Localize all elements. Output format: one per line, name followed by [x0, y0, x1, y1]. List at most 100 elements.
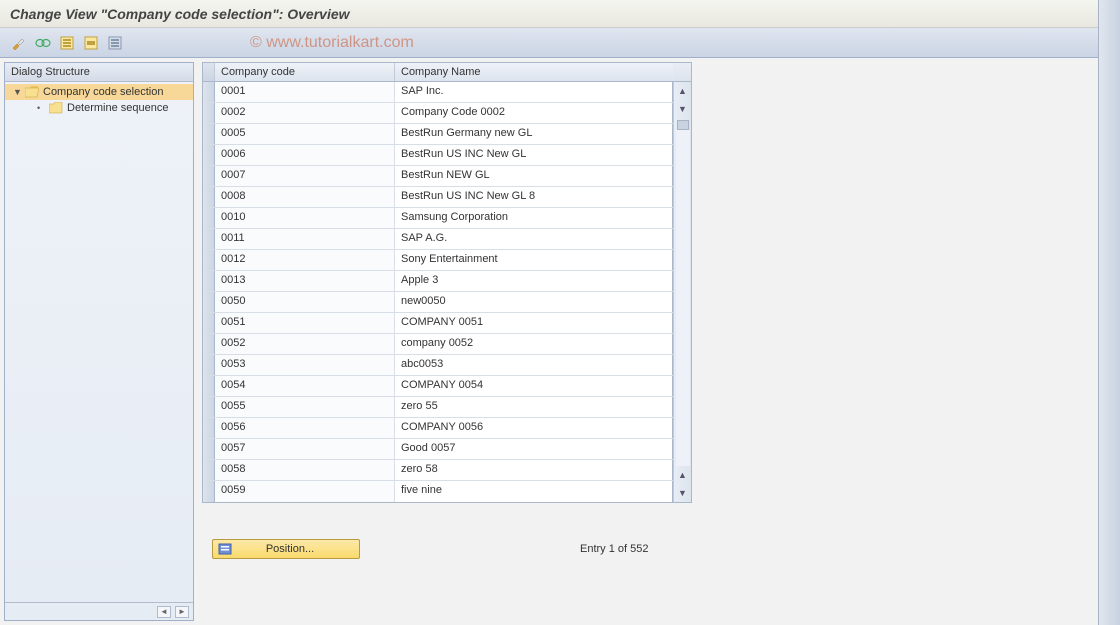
row-selector[interactable]: [203, 166, 215, 186]
cell-company-code[interactable]: 0005: [215, 124, 395, 144]
cell-company-code[interactable]: 0013: [215, 271, 395, 291]
row-selector[interactable]: [203, 439, 215, 459]
deselect-all-button[interactable]: [104, 33, 126, 53]
scroll-up-step-button[interactable]: ▲: [675, 467, 691, 483]
cell-company-name[interactable]: Samsung Corporation: [395, 208, 673, 228]
row-selector[interactable]: [203, 145, 215, 165]
cell-company-name[interactable]: SAP A.G.: [395, 229, 673, 249]
table-row[interactable]: 0055zero 55: [203, 397, 673, 418]
table-row[interactable]: 0059five nine: [203, 481, 673, 502]
cell-company-code[interactable]: 0010: [215, 208, 395, 228]
vertical-scrollbar[interactable]: ▲ ▼ ▲ ▼: [673, 82, 691, 502]
table-row[interactable]: 0050new0050: [203, 292, 673, 313]
table-row[interactable]: 0058zero 58: [203, 460, 673, 481]
cell-company-code[interactable]: 0056: [215, 418, 395, 438]
cell-company-code[interactable]: 0055: [215, 397, 395, 417]
row-selector[interactable]: [203, 250, 215, 270]
cell-company-code[interactable]: 0053: [215, 355, 395, 375]
toggle-display-change-button[interactable]: [8, 33, 30, 53]
cell-company-code[interactable]: 0011: [215, 229, 395, 249]
cell-company-name[interactable]: COMPANY 0051: [395, 313, 673, 333]
cell-company-name[interactable]: abc0053: [395, 355, 673, 375]
cell-company-code[interactable]: 0050: [215, 292, 395, 312]
cell-company-name[interactable]: COMPANY 0056: [395, 418, 673, 438]
cell-company-code[interactable]: 0057: [215, 439, 395, 459]
cell-company-name[interactable]: BestRun US INC New GL 8: [395, 187, 673, 207]
cell-company-code[interactable]: 0052: [215, 334, 395, 354]
cell-company-name[interactable]: SAP Inc.: [395, 82, 673, 102]
scrollbar-track[interactable]: [676, 130, 690, 466]
cell-company-code[interactable]: 0051: [215, 313, 395, 333]
tree-expand-icon[interactable]: ▼: [13, 87, 21, 97]
select-all-button[interactable]: [56, 33, 78, 53]
cell-company-code[interactable]: 0001: [215, 82, 395, 102]
position-button[interactable]: Position...: [212, 539, 360, 559]
cell-company-name[interactable]: zero 58: [395, 460, 673, 480]
table-row[interactable]: 0057Good 0057: [203, 439, 673, 460]
table-row[interactable]: 0010Samsung Corporation: [203, 208, 673, 229]
row-selector[interactable]: [203, 481, 215, 502]
tree-item-determine-sequence[interactable]: • Determine sequence: [5, 100, 193, 116]
row-selector[interactable]: [203, 418, 215, 438]
table-row[interactable]: 0001SAP Inc.: [203, 82, 673, 103]
cell-company-name[interactable]: BestRun Germany new GL: [395, 124, 673, 144]
other-view-button[interactable]: [32, 33, 54, 53]
table-select-column-header[interactable]: [203, 63, 215, 81]
cell-company-name[interactable]: five nine: [395, 481, 673, 502]
cell-company-code[interactable]: 0007: [215, 166, 395, 186]
table-row[interactable]: 0007BestRun NEW GL: [203, 166, 673, 187]
column-header-company-name[interactable]: Company Name: [395, 63, 673, 81]
table-row[interactable]: 0005BestRun Germany new GL: [203, 124, 673, 145]
row-selector[interactable]: [203, 334, 215, 354]
cell-company-code[interactable]: 0058: [215, 460, 395, 480]
row-selector[interactable]: [203, 397, 215, 417]
row-selector[interactable]: [203, 229, 215, 249]
cell-company-name[interactable]: company 0052: [395, 334, 673, 354]
scrollbar-thumb[interactable]: [677, 120, 689, 130]
row-selector[interactable]: [203, 103, 215, 123]
tree-item-company-code-selection[interactable]: ▼ Company code selection: [5, 84, 193, 100]
row-selector[interactable]: [203, 82, 215, 102]
cell-company-name[interactable]: Apple 3: [395, 271, 673, 291]
table-row[interactable]: 0012Sony Entertainment: [203, 250, 673, 271]
cell-company-name[interactable]: zero 55: [395, 397, 673, 417]
scroll-down-button[interactable]: ▼: [675, 485, 691, 501]
cell-company-name[interactable]: Good 0057: [395, 439, 673, 459]
cell-company-code[interactable]: 0006: [215, 145, 395, 165]
cell-company-name[interactable]: BestRun NEW GL: [395, 166, 673, 186]
table-row[interactable]: 0006BestRun US INC New GL: [203, 145, 673, 166]
row-selector[interactable]: [203, 271, 215, 291]
row-selector[interactable]: [203, 187, 215, 207]
table-row[interactable]: 0053abc0053: [203, 355, 673, 376]
row-selector[interactable]: [203, 460, 215, 480]
cell-company-code[interactable]: 0002: [215, 103, 395, 123]
select-block-button[interactable]: [80, 33, 102, 53]
table-row[interactable]: 0051COMPANY 0051: [203, 313, 673, 334]
scroll-up-button[interactable]: ▲: [675, 83, 691, 99]
table-row[interactable]: 0013Apple 3: [203, 271, 673, 292]
cell-company-name[interactable]: BestRun US INC New GL: [395, 145, 673, 165]
cell-company-code[interactable]: 0012: [215, 250, 395, 270]
cell-company-code[interactable]: 0054: [215, 376, 395, 396]
column-header-company-code[interactable]: Company code: [215, 63, 395, 81]
cell-company-name[interactable]: COMPANY 0054: [395, 376, 673, 396]
row-selector[interactable]: [203, 124, 215, 144]
cell-company-name[interactable]: Company Code 0002: [395, 103, 673, 123]
row-selector[interactable]: [203, 355, 215, 375]
scroll-left-button[interactable]: ◄: [157, 606, 171, 618]
row-selector[interactable]: [203, 313, 215, 333]
scroll-right-button[interactable]: ►: [175, 606, 189, 618]
cell-company-code[interactable]: 0059: [215, 481, 395, 502]
table-row[interactable]: 0002Company Code 0002: [203, 103, 673, 124]
table-row[interactable]: 0052company 0052: [203, 334, 673, 355]
table-row[interactable]: 0011SAP A.G.: [203, 229, 673, 250]
cell-company-name[interactable]: Sony Entertainment: [395, 250, 673, 270]
row-selector[interactable]: [203, 376, 215, 396]
row-selector[interactable]: [203, 208, 215, 228]
table-row[interactable]: 0054COMPANY 0054: [203, 376, 673, 397]
cell-company-code[interactable]: 0008: [215, 187, 395, 207]
row-selector[interactable]: [203, 292, 215, 312]
cell-company-name[interactable]: new0050: [395, 292, 673, 312]
table-row[interactable]: 0056COMPANY 0056: [203, 418, 673, 439]
scroll-down-step-button[interactable]: ▼: [675, 101, 691, 117]
